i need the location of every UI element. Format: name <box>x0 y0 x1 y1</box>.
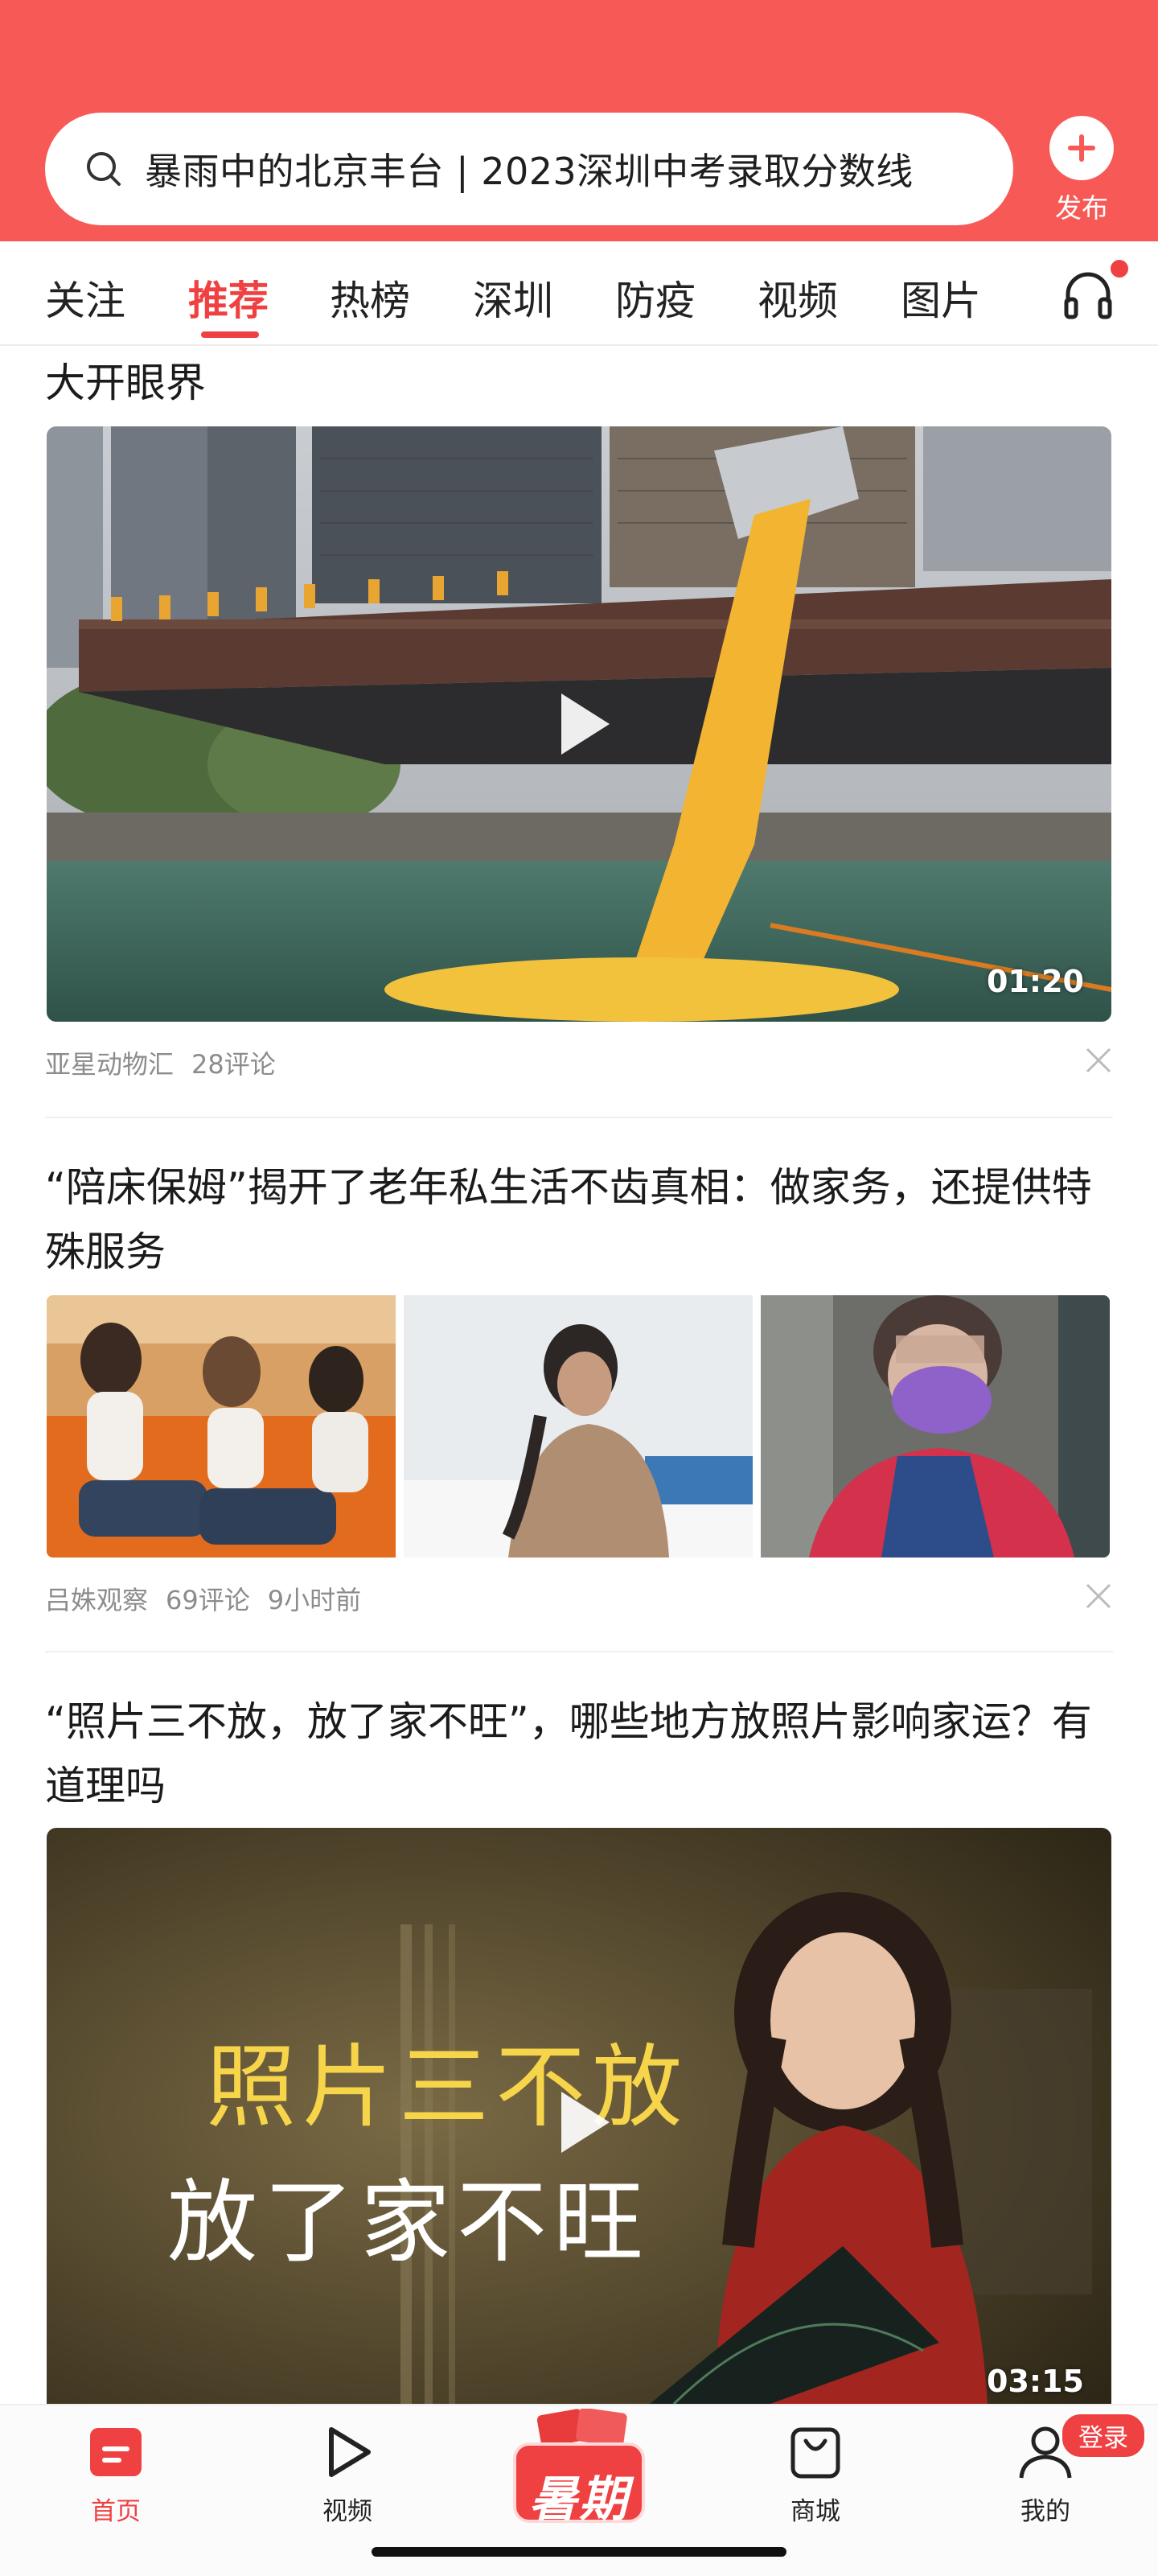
shopping-bag-icon <box>790 2427 840 2479</box>
nav-label: 商城 <box>790 2497 840 2526</box>
video-thumbnail[interactable]: 照片三不放 放了家不旺 03:15 <box>47 1828 1111 2404</box>
publish-time: 9小时前 <box>267 1585 362 1615</box>
video-thumbnail[interactable]: 01:20 <box>47 426 1111 1022</box>
photo-woman-making-bed <box>404 1295 753 1558</box>
play-icon[interactable] <box>539 2082 619 2162</box>
tab-recommend[interactable]: 推荐 <box>188 269 269 327</box>
article-title[interactable]: 大开眼界 <box>45 351 1115 415</box>
headphone-icon[interactable] <box>1060 267 1116 323</box>
tab-video[interactable]: 视频 <box>758 269 838 327</box>
play-icon <box>329 2427 371 2477</box>
nav-home[interactable]: 首页 <box>60 2423 172 2527</box>
close-icon[interactable] <box>1082 1580 1115 1612</box>
nav-video[interactable]: 视频 <box>291 2423 404 2527</box>
video-overlay-line-2: 放了家不旺 <box>167 2174 650 2274</box>
nav-summer-promo[interactable]: 暑期 <box>507 2407 651 2533</box>
article-title[interactable]: “陪床保姆”揭开了老年私生活不齿真相：做家务，还提供特殊服务 <box>45 1155 1115 1284</box>
search-icon <box>87 152 121 186</box>
comment-count: 69评论 <box>166 1585 250 1615</box>
article-title[interactable]: “照片三不放，放了家不旺”，哪些地方放照片影响家运？有道理吗 <box>45 1689 1115 1818</box>
play-icon[interactable] <box>539 684 619 764</box>
search-bar[interactable]: 暴雨中的北京丰台 | 2023深圳中考录取分数线 <box>45 113 1013 225</box>
tab-pictures[interactable]: 图片 <box>901 269 981 327</box>
app-header: 暴雨中的北京丰台 | 2023深圳中考录取分数线 发布 <box>0 0 1158 241</box>
publish-button[interactable]: 发布 <box>1045 116 1118 225</box>
nav-label: 视频 <box>322 2497 372 2526</box>
active-tab-indicator <box>201 331 259 338</box>
photo-women-on-sofa <box>47 1295 396 1558</box>
source-name[interactable]: 亚星动物汇 <box>45 1049 174 1080</box>
tab-epidemic[interactable]: 防疫 <box>615 269 696 327</box>
tab-shenzhen[interactable]: 深圳 <box>473 269 553 327</box>
plus-icon <box>1049 116 1114 180</box>
photo-woman-in-mask <box>761 1295 1110 1558</box>
article-image[interactable] <box>47 1295 396 1558</box>
search-hint-text: 暴雨中的北京丰台 | 2023深圳中考录取分数线 <box>145 150 914 193</box>
source-name[interactable]: 吕姝观察 <box>45 1585 148 1615</box>
home-icon <box>90 2428 142 2476</box>
login-badge[interactable]: 登录 <box>1060 2412 1147 2459</box>
nav-label: 首页 <box>91 2497 141 2526</box>
article-meta: 吕姝观察 69评论 9小时前 <box>45 1580 379 1617</box>
channel-tabs: 关注 推荐 热榜 深圳 防疫 视频 图片 <box>0 241 1158 346</box>
video-duration: 01:20 <box>987 964 1084 999</box>
notification-dot <box>1108 257 1131 280</box>
article-image[interactable] <box>404 1295 753 1558</box>
divider <box>45 1651 1113 1652</box>
video-duration: 03:15 <box>987 2364 1084 2399</box>
article-image[interactable] <box>761 1295 1110 1558</box>
nav-label: 我的 <box>1020 2497 1070 2526</box>
tab-hot-list[interactable]: 热榜 <box>330 269 410 327</box>
comment-count: 28评论 <box>191 1049 276 1080</box>
tab-follow[interactable]: 关注 <box>45 269 125 327</box>
home-indicator[interactable] <box>372 2547 786 2557</box>
article-meta: 亚星动物汇 28评论 <box>45 1044 294 1081</box>
summer-promo-label: 暑期 <box>529 2471 629 2528</box>
divider <box>45 1117 1113 1118</box>
close-icon[interactable] <box>1082 1044 1115 1076</box>
publish-label: 发布 <box>1055 192 1108 224</box>
nav-mall[interactable]: 商城 <box>759 2423 872 2527</box>
